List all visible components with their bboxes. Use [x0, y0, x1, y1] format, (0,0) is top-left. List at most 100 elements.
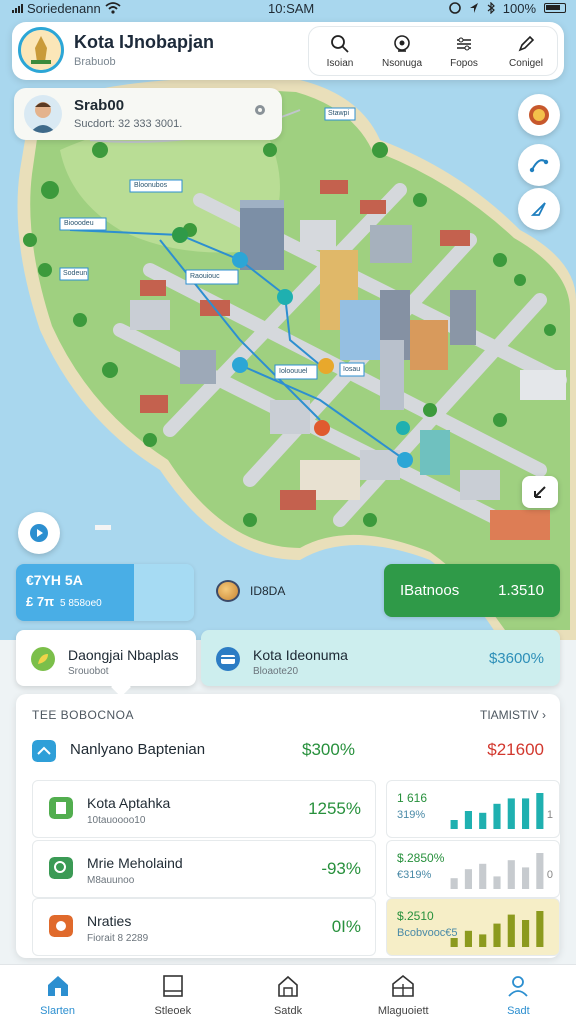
- mini-bar: [450, 938, 458, 947]
- budget-value: €7YH 5A: [26, 572, 83, 588]
- search-label: Isoian: [326, 57, 354, 69]
- tab-home[interactable]: Slarten: [0, 965, 115, 1024]
- income-card[interactable]: IBatnoos 1.3510: [384, 564, 560, 617]
- mascot-button[interactable]: [518, 94, 560, 136]
- mini-bar: [493, 803, 501, 829]
- tab-bar: Slarten Stleoek Satdk Mlaguoiett Sadt: [0, 964, 576, 1024]
- filter-label: Fopos: [450, 57, 478, 69]
- coin-label: ID8DA: [250, 584, 286, 598]
- mini-bar: [522, 798, 530, 829]
- filter-button[interactable]: Fopos: [433, 27, 495, 75]
- mini-chart-value: $.2510: [397, 909, 434, 923]
- flame-icon: [49, 915, 73, 937]
- mini-chart-card[interactable]: $.2510 Bcobvooc€5: [386, 898, 560, 956]
- signal-icon: [12, 3, 23, 13]
- play-icon: [30, 524, 48, 542]
- map-tag[interactable]: Raouiouc: [190, 273, 220, 280]
- user-stats: Sucdort: 32 333 3001.: [74, 118, 183, 130]
- budget-card[interactable]: €7YH 5A £ 7π 5 858oe0: [16, 564, 194, 621]
- compass-icon: [530, 202, 546, 216]
- mini-bar: [479, 934, 487, 947]
- bluetooth-icon: [487, 2, 495, 14]
- mini-chart-change: 319%: [397, 809, 426, 821]
- mini-bar: [507, 914, 515, 947]
- map-tag[interactable]: Sodeun: [63, 270, 87, 277]
- house-icon: [278, 975, 298, 997]
- page-subtitle: Brabuob: [74, 56, 116, 68]
- mini-bar: [450, 878, 458, 889]
- district-name: Kota Ideonuma: [253, 647, 348, 663]
- tab-manage[interactable]: Mlaguoiett: [346, 965, 461, 1024]
- row-name: Mrie Meholaind: [87, 855, 183, 871]
- location-icon: [394, 34, 410, 52]
- document-icon: [49, 797, 73, 819]
- search-button[interactable]: Isoian: [309, 27, 371, 75]
- coin-balance: ID8DA: [216, 580, 285, 602]
- mini-bar: [522, 867, 530, 889]
- mini-chart-value: $.2850%: [397, 851, 445, 865]
- tab-label: Mlaguoiett: [377, 1004, 429, 1017]
- mini-chart-change: €319%: [397, 869, 432, 881]
- expand-button[interactable]: [522, 476, 558, 508]
- district-sub: Srouobot: [68, 666, 109, 677]
- page-title: Kota IJnobapjan: [74, 32, 215, 52]
- card-icon: [162, 974, 183, 997]
- edit-label: Conigel: [509, 57, 543, 69]
- mini-chart-end: 0: [546, 869, 553, 881]
- list-item[interactable]: Nanlyano Baptenian $300% $21600: [32, 738, 544, 768]
- list-item[interactable]: Mrie Meholaind M8auunoo -93%: [32, 840, 376, 898]
- mini-bar: [464, 930, 472, 947]
- row-value: 0I%: [331, 917, 361, 936]
- tab-stock[interactable]: Stleoek: [115, 965, 230, 1024]
- mini-bar: [536, 793, 544, 829]
- map-tag[interactable]: Iosau: [343, 366, 360, 373]
- expand-icon: [534, 486, 546, 498]
- settings-icon[interactable]: [252, 102, 268, 118]
- mini-chart-card[interactable]: $.2850% €319% 0: [386, 840, 560, 898]
- map-tag[interactable]: Ioloouuel: [279, 368, 307, 375]
- home-icon: [47, 975, 68, 996]
- map-tag[interactable]: Biooodeu: [64, 220, 94, 227]
- income-label: IBatnoos: [400, 582, 460, 599]
- mini-bar: [493, 876, 501, 889]
- row-name: Nanlyano Baptenian: [70, 741, 206, 758]
- coin-icon: [216, 580, 240, 602]
- tag-icon: [49, 857, 73, 879]
- tab-profile[interactable]: Sadt: [461, 965, 576, 1024]
- view-all-link[interactable]: TIAMISTIV ›: [480, 708, 546, 722]
- tab-build[interactable]: Satdk: [230, 965, 345, 1024]
- district-icon: [32, 740, 56, 762]
- filter-icon: [457, 37, 471, 50]
- row-value-secondary: $21600: [487, 740, 544, 759]
- list-item[interactable]: Kota Aptahka 10tauoooo10 1255%: [32, 780, 376, 838]
- district-card-a[interactable]: Daongjai Nbaplas Srouobot: [16, 630, 196, 686]
- location-button[interactable]: Nsonuga: [371, 27, 433, 75]
- list-item[interactable]: Nraties Fiorait 8 2289 0I%: [32, 898, 376, 956]
- tab-label: Satdk: [273, 1004, 303, 1017]
- mini-chart-card[interactable]: 1 616 319% 1: [386, 780, 560, 838]
- districts-panel: TEE BOBOCNOA TIAMISTIV › Nanlyano Bapten…: [16, 694, 560, 958]
- play-button[interactable]: [18, 512, 60, 554]
- mini-bar: [464, 811, 472, 829]
- map-tag[interactable]: Bloonubos: [134, 182, 167, 189]
- battery-percent: 100%: [502, 0, 536, 16]
- row-name: Nraties: [87, 913, 132, 929]
- user-card[interactable]: Srab00 Sucdort: 32 333 3001.: [14, 88, 282, 140]
- clock: 10:SAM: [268, 0, 315, 16]
- wifi-icon: [105, 2, 121, 14]
- district-card-b[interactable]: Kota Ideonuma Bloaote20 $3600%: [201, 630, 560, 686]
- compass-button[interactable]: [518, 188, 560, 230]
- route-button[interactable]: [518, 144, 560, 186]
- pen-icon: [518, 35, 535, 51]
- mini-bar-chart: [450, 911, 544, 947]
- leaf-icon: [31, 647, 55, 671]
- user-name: Srab00: [74, 97, 125, 114]
- mini-chart-value: 1 616: [397, 791, 428, 805]
- mini-chart-end: 1: [546, 809, 553, 821]
- row-value: $300%: [302, 740, 355, 759]
- mini-bar: [536, 853, 544, 889]
- budget-sub-label: 5 858oe0: [60, 598, 102, 609]
- map-tag[interactable]: Stawpi: [328, 110, 349, 117]
- edit-button[interactable]: Conigel: [495, 27, 557, 75]
- alarm-icon: [448, 2, 461, 14]
